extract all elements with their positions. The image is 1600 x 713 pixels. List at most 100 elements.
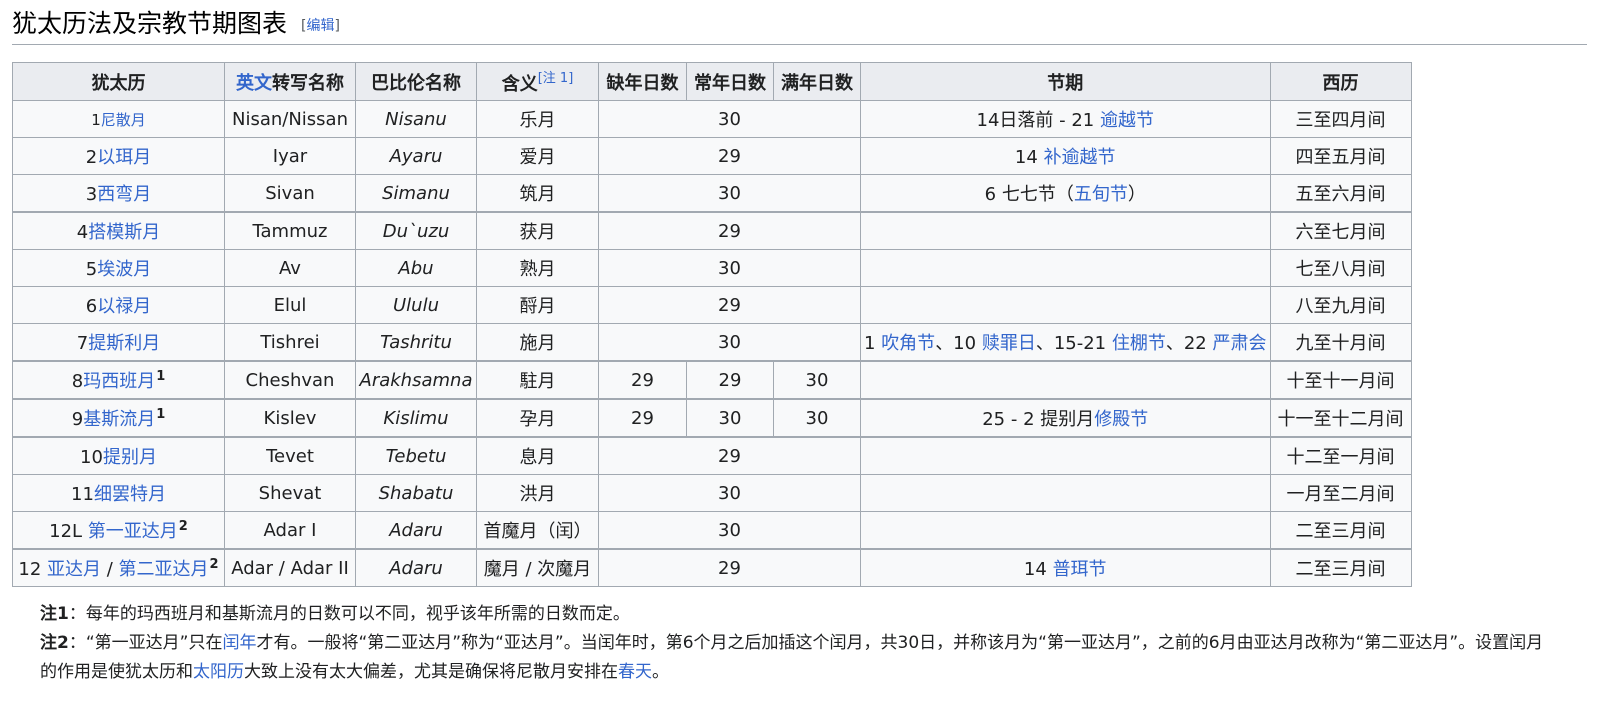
col-babylonian: 巴比伦名称 [355, 62, 477, 101]
festival-link[interactable]: 五旬节 [1074, 184, 1128, 205]
english-name: Shevat [224, 474, 356, 512]
month-link[interactable]: 细罢特月 [94, 484, 166, 505]
month-cell: 4搭模斯月 [12, 211, 225, 250]
gregorian: 三至四月间 [1269, 100, 1412, 138]
meaning: 孕月 [476, 398, 599, 438]
notes: 注1：每年的玛西班月和基斯流月的日数可以不同，视乎该年所需的日数而定。 注2：“… [40, 600, 1560, 687]
english-name: Adar / Adar II [224, 548, 356, 587]
meaning: 施月 [476, 323, 599, 362]
month-link[interactable]: 提别月 [103, 447, 157, 468]
english-name: Tevet [224, 436, 356, 475]
gregorian: 四至五月间 [1269, 137, 1412, 175]
festival-cell [860, 249, 1271, 287]
table-row: 4搭模斯月 Tammuz Du`uzu 获月 29 六至七月间 [12, 211, 1412, 250]
babylonian-name: Nisanu [355, 100, 477, 138]
month-link[interactable]: 第二亚达月 [119, 559, 209, 580]
gregorian: 八至九月间 [1269, 286, 1412, 324]
table-row: 12L 第一亚达月2 Adar I Adaru 首魔月（闰） 30 二至三月间 [12, 511, 1412, 550]
month-cell: 11细罢特月 [12, 474, 225, 512]
complete-days: 30 [773, 360, 861, 400]
festival-cell [860, 511, 1271, 550]
month-link[interactable]: 埃波月 [97, 259, 151, 280]
festival-cell [860, 474, 1271, 512]
festival-link[interactable]: 普珥节 [1053, 559, 1107, 580]
gregorian: 十二至一月间 [1269, 436, 1412, 475]
english-link[interactable]: 英文 [236, 73, 272, 94]
section-title: 犹太历法及宗教节期图表 [12, 9, 288, 38]
day-count: 29 [598, 436, 861, 475]
month-cell: 10提别月 [12, 436, 225, 475]
festival-link[interactable]: 严肃会 [1213, 333, 1267, 354]
day-count: 29 [598, 137, 861, 175]
meaning: 获月 [476, 211, 599, 250]
month-link[interactable]: 搭模斯月 [88, 222, 160, 243]
festival-link[interactable]: 补逾越节 [1044, 147, 1116, 168]
col-festivals: 节期 [860, 62, 1271, 101]
festival-link[interactable]: 吹角节 [881, 333, 935, 354]
english-name: Iyar [224, 137, 356, 175]
babylonian-name: Tashritu [355, 323, 477, 362]
festival-link[interactable]: 赎罪日 [982, 333, 1036, 354]
table-header-row: 犹太历 英文转写名称 巴比伦名称 含义[注 1] 缺年日数 常年日数 满年日数 … [12, 62, 1412, 101]
festival-link[interactable]: 逾越节 [1100, 110, 1154, 131]
month-link[interactable]: 尼散月 [101, 111, 146, 129]
month-link[interactable]: 以珥月 [97, 147, 151, 168]
month-link[interactable]: 亚达月 [47, 559, 101, 580]
solar-calendar-link[interactable]: 太阳历 [193, 662, 244, 682]
month-cell: 1尼散月 [12, 100, 225, 138]
babylonian-name: Abu [355, 249, 477, 287]
col-deficient-days: 缺年日数 [598, 62, 687, 101]
deficient-days: 29 [598, 398, 687, 438]
hebrew-calendar-table: 犹太历 英文转写名称 巴比伦名称 含义[注 1] 缺年日数 常年日数 满年日数 … [12, 62, 1412, 587]
footnote-marker: 1 [156, 369, 166, 384]
regular-days: 29 [686, 360, 774, 400]
day-count: 30 [598, 100, 861, 138]
babylonian-name: Arakhsamna [355, 360, 477, 400]
spring-link[interactable]: 春天 [618, 662, 652, 682]
footnote-marker: 2 [209, 557, 219, 572]
table-row: 9基斯流月1 Kislev Kislimu 孕月 29 30 30 25 - 2… [12, 398, 1412, 438]
gregorian: 十至十一月间 [1269, 360, 1412, 400]
meaning: 首魔月（闰） [476, 511, 599, 550]
meaning: 魔月 / 次魔月 [476, 548, 599, 587]
month-cell: 2以珥月 [12, 137, 225, 175]
month-link[interactable]: 第一亚达月 [88, 521, 178, 542]
meaning: 酹月 [476, 286, 599, 324]
month-cell: 12L 第一亚达月2 [12, 511, 225, 550]
table-row: 5埃波月 Av Abu 熟月 30 七至八月间 [12, 249, 1412, 287]
babylonian-name: Tebetu [355, 436, 477, 475]
english-name: Nisan/Nissan [224, 100, 356, 138]
festival-cell [860, 211, 1271, 250]
col-regular-days: 常年日数 [686, 62, 774, 101]
festival-cell: 14 普珥节 [860, 548, 1271, 587]
meaning: 筑月 [476, 174, 599, 213]
english-name: Adar I [224, 511, 356, 550]
month-link[interactable]: 基斯流月 [83, 409, 155, 430]
note-ref-link[interactable]: [注 1] [538, 71, 574, 86]
leap-year-link[interactable]: 闰年 [222, 633, 256, 653]
gregorian: 六至七月间 [1269, 211, 1412, 250]
month-cell: 8玛西班月1 [12, 360, 225, 400]
month-link[interactable]: 西弯月 [97, 184, 151, 205]
babylonian-name: Du`uzu [355, 211, 477, 250]
month-link[interactable]: 以禄月 [97, 296, 151, 317]
complete-days: 30 [773, 398, 861, 438]
english-name: Av [224, 249, 356, 287]
festival-cell: 1 吹角节、10 赎罪日、15-21 住棚节、22 严肃会 [860, 323, 1271, 362]
babylonian-name: Kislimu [355, 398, 477, 438]
edit-link[interactable]: 编辑 [306, 18, 334, 34]
day-count: 30 [598, 511, 861, 550]
festival-link[interactable]: 住棚节 [1112, 333, 1166, 354]
english-name: Kislev [224, 398, 356, 438]
note-label: 注1 [40, 604, 69, 624]
meaning: 乐月 [476, 100, 599, 138]
babylonian-name: Simanu [355, 174, 477, 213]
month-cell: 7提斯利月 [12, 323, 225, 362]
festival-cell: 6 七七节（五旬节） [860, 174, 1271, 213]
english-name: Elul [224, 286, 356, 324]
col-english: 英文转写名称 [224, 62, 356, 101]
month-link[interactable]: 提斯利月 [88, 333, 160, 354]
festival-link[interactable]: 修殿节 [1094, 409, 1148, 430]
month-link[interactable]: 玛西班月 [83, 371, 155, 392]
note-2: 注2：“第一亚达月”只在闰年才有。一般将“第二亚达月”称为“亚达月”。当闰年时，… [40, 633, 1544, 682]
